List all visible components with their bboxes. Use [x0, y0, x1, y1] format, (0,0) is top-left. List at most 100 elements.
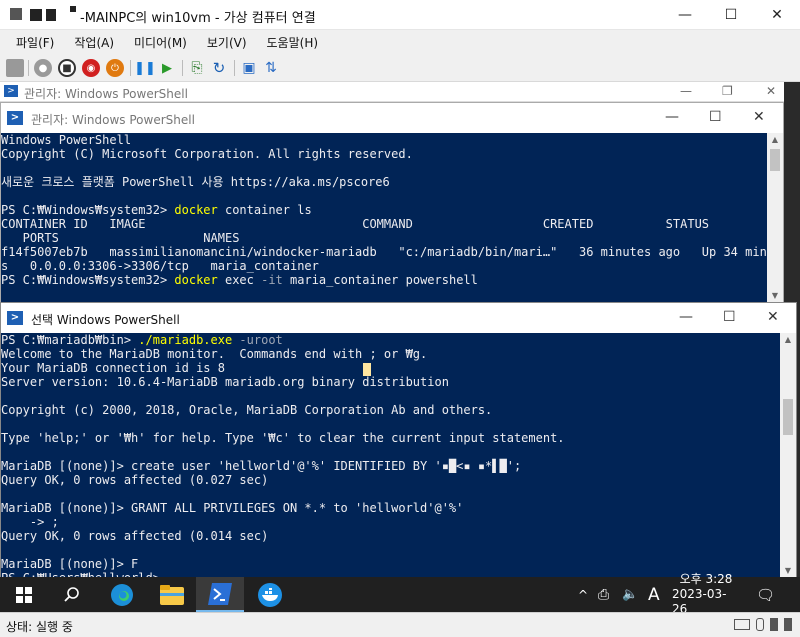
- minimize-button[interactable]: —: [665, 109, 679, 125]
- checkpoint-icon[interactable]: ⎘: [188, 59, 206, 77]
- menu-action[interactable]: 작업(A): [74, 34, 114, 51]
- redacted-name-mask: [46, 9, 56, 21]
- console-line: MariaDB [(none)]> GRANT ALL PRIVILEGES O…: [1, 501, 780, 515]
- scrollbar[interactable]: ▲ ▼: [780, 333, 796, 577]
- console-segment: s 0.0.0.0:3306->3306/tcp maria_container: [1, 259, 319, 273]
- console-segment: -it: [261, 273, 283, 287]
- scroll-up-icon[interactable]: ▲: [780, 333, 796, 347]
- console-segment: -> ;: [1, 515, 59, 529]
- volume-icon[interactable]: 🔈: [622, 577, 638, 612]
- ime-indicator[interactable]: A: [648, 577, 660, 612]
- enhanced-session-icon[interactable]: ▣: [240, 59, 258, 77]
- clock[interactable]: 오후 3:28 2023-03-26: [672, 572, 740, 616]
- notification-icon[interactable]: 🗨: [756, 577, 775, 612]
- console-segment: Type 'help;' or '₩h' for help. Type '₩c'…: [1, 431, 565, 445]
- console-output[interactable]: Windows PowerShell Copyright (C) Microsof…: [1, 133, 767, 303]
- maximize-button[interactable]: ☐: [723, 309, 736, 325]
- console-line: f14f5007eb7b massimilianomancini/windock…: [1, 245, 767, 259]
- vm-window-title: -MAINPC의 win10vm - 가상 컴퓨터 연결: [80, 11, 316, 26]
- console-segment: Your MariaDB connection id is 8: [1, 361, 225, 375]
- resume-icon[interactable]: ▶: [158, 59, 176, 77]
- minimize-icon[interactable]: —: [680, 84, 692, 98]
- close-icon[interactable]: ✕: [766, 84, 776, 98]
- menu-view[interactable]: 보기(V): [207, 34, 247, 51]
- text-cursor: [363, 363, 371, 376]
- console-line: CONTAINER ID IMAGE COMMAND CREATED STATU…: [1, 217, 767, 231]
- console-segment: Query OK, 0 rows affected (0.027 sec): [1, 473, 269, 487]
- redacted-name-mask: [30, 9, 42, 21]
- taskbar-powershell[interactable]: [196, 577, 244, 612]
- powershell-window-front[interactable]: > 선택 Windows PowerShell — ☐ ✕ PS C:₩mari…: [0, 302, 797, 577]
- console-segment: PS C:₩Windows₩system32>: [1, 203, 175, 217]
- console-line: MariaDB [(none)]> create user 'hellworld…: [1, 459, 780, 473]
- maximize-button[interactable]: ☐: [709, 109, 722, 125]
- console-output[interactable]: PS C:₩mariadb₩bin> ./mariadb.exe -uroot W…: [1, 333, 780, 577]
- console-line: Server version: 10.6.4-MariaDB mariadb.o…: [1, 375, 780, 389]
- revert-icon[interactable]: ↻: [210, 59, 228, 77]
- pause-icon[interactable]: ❚❚: [134, 59, 156, 77]
- console-line: PS C:₩mariadb₩bin> ./mariadb.exe -uroot: [1, 333, 780, 347]
- minimize-button[interactable]: —: [679, 309, 693, 325]
- ctrl-alt-del-icon[interactable]: [6, 59, 24, 77]
- console-line: Windows PowerShell: [1, 133, 767, 147]
- scroll-up-icon[interactable]: ▲: [767, 133, 783, 147]
- maximize-button[interactable]: ☐: [708, 0, 754, 30]
- menu-help[interactable]: 도움말(H): [267, 34, 319, 51]
- close-button[interactable]: ✕: [753, 109, 765, 125]
- start-button[interactable]: [0, 577, 48, 612]
- console-line: MariaDB [(none)]> F: [1, 557, 780, 571]
- console-segment: docker: [174, 273, 218, 287]
- vm-title-bar: -MAINPC의 win10vm - 가상 컴퓨터 연결 — ☐ ✕: [0, 0, 800, 30]
- background-window-strip[interactable]: > 관리자: Windows PowerShell — ❐ ✕: [0, 82, 784, 102]
- edge-icon: [111, 583, 133, 606]
- menu-file[interactable]: 파일(F): [16, 34, 54, 51]
- close-button[interactable]: ✕: [767, 309, 779, 325]
- start-icon[interactable]: ●: [34, 59, 52, 77]
- powershell-window-back[interactable]: > 관리자: Windows PowerShell — ☐ ✕ Windows …: [0, 102, 784, 303]
- powershell-icon: >: [7, 311, 23, 325]
- power-icon[interactable]: ⏻: [106, 59, 124, 77]
- minimize-button[interactable]: —: [662, 0, 708, 30]
- console-segment: PS C:₩mariadb₩bin>: [1, 333, 139, 347]
- windows-icon: [16, 586, 32, 603]
- scroll-thumb[interactable]: [783, 399, 793, 435]
- console-segment: Server version: 10.6.4-MariaDB mariadb.o…: [1, 375, 449, 389]
- taskbar-docker[interactable]: [246, 577, 294, 612]
- window-titlebar[interactable]: > 선택 Windows PowerShell — ☐ ✕: [1, 303, 796, 333]
- console-line: Welcome to the MariaDB monitor. Commands…: [1, 347, 780, 361]
- share-icon[interactable]: ⇅: [262, 59, 280, 77]
- close-button[interactable]: ✕: [754, 0, 800, 30]
- scroll-down-icon[interactable]: ▼: [767, 289, 783, 303]
- taskbar-file-explorer[interactable]: [148, 577, 196, 612]
- window-titlebar[interactable]: > 관리자: Windows PowerShell — ☐ ✕: [1, 103, 783, 133]
- restore-icon[interactable]: ❐: [722, 84, 733, 98]
- scroll-down-icon[interactable]: ▼: [780, 564, 796, 577]
- scrollbar[interactable]: ▲ ▼: [767, 133, 783, 303]
- redacted-name-mask: [70, 6, 76, 12]
- menu-media[interactable]: 미디어(M): [134, 34, 187, 51]
- scroll-thumb[interactable]: [770, 149, 780, 171]
- network-icon[interactable]: ⎙: [598, 577, 609, 612]
- console-segment: maria_container powershell: [282, 273, 478, 287]
- turn-off-icon[interactable]: ■: [58, 59, 76, 77]
- console-line: Type 'help;' or '₩h' for help. Type '₩c'…: [1, 431, 780, 445]
- console-text: PS C:₩mariadb₩bin> ./mariadb.exe -uroot W…: [1, 333, 780, 577]
- show-hidden-icons[interactable]: ^: [578, 577, 588, 612]
- mouse-icon: [756, 618, 764, 631]
- powershell-icon: >: [4, 85, 18, 97]
- console-line: Your MariaDB connection id is 8: [1, 361, 780, 375]
- console-segment: Copyright (C) Microsoft Corporation. All…: [1, 147, 413, 161]
- console-line: Query OK, 0 rows affected (0.014 sec): [1, 529, 780, 543]
- taskbar-edge[interactable]: [98, 577, 146, 612]
- vm-menu-bar: 파일(F) 작업(A) 미디어(M) 보기(V) 도움말(H): [0, 30, 800, 54]
- shutdown-icon[interactable]: ◉: [82, 59, 100, 77]
- search-button[interactable]: [48, 577, 96, 612]
- keyboard-icon: [734, 619, 750, 630]
- console-line: Copyright (c) 2000, 2018, Oracle, MariaD…: [1, 403, 780, 417]
- window-title: 관리자: Windows PowerShell: [31, 113, 195, 127]
